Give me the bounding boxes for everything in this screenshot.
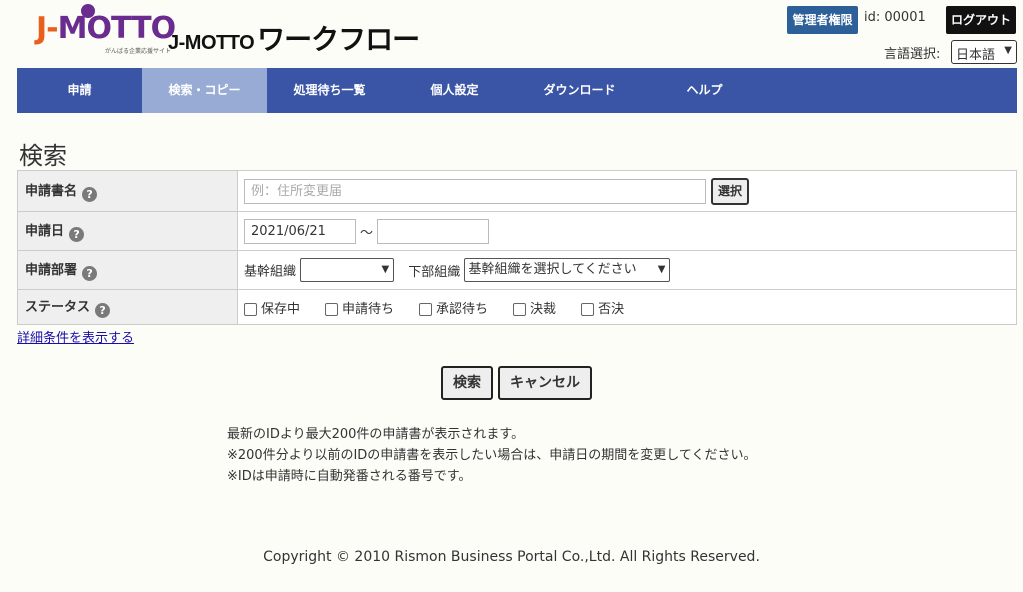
dept-value-cell: 基幹組織 ▼ 下部組織 基幹組織を選択してください ▼ <box>237 250 1017 290</box>
dept-label: 申請部署 <box>25 263 78 278</box>
form-row-date: 申請日? 2021/06/21 〜 <box>17 211 1017 251</box>
status-checkbox-rejected[interactable]: 否決 <box>581 298 624 317</box>
page-title: 検索 <box>19 142 67 170</box>
select-form-button[interactable]: 選択 <box>711 177 750 205</box>
form-row-form-name: 申請書名? 例：住所変更届 選択 <box>17 170 1017 212</box>
nav-item-search-copy[interactable]: 検索・コピー <box>142 68 267 113</box>
language-label: 言語選択: <box>884 47 941 62</box>
footer-copyright: Copyright © 2010 Rismon Business Portal … <box>263 549 760 565</box>
chevron-down-icon: ▼ <box>657 264 666 275</box>
main-org-label: 基幹組織 <box>244 264 297 280</box>
search-button[interactable]: 検索 <box>441 366 493 400</box>
status-label: ステータス <box>25 300 91 315</box>
note-line: ※200件分より以前のIDの申請書を表示したい場合は、申請日の期間を変更してくだ… <box>227 448 757 463</box>
form-row-dept: 申請部署? 基幹組織 ▼ 下部組織 基幹組織を選択してください ▼ <box>17 250 1017 290</box>
help-icon[interactable]: ? <box>69 227 85 242</box>
date-separator: 〜 <box>360 225 374 241</box>
form-name-value-cell: 例：住所変更届 選択 <box>237 170 1017 212</box>
nav-item-personal-settings[interactable]: 個人設定 <box>392 68 517 113</box>
checkbox-icon[interactable] <box>244 302 257 316</box>
user-id: id: 00001 <box>864 10 926 25</box>
date-label-cell: 申請日? <box>17 211 238 251</box>
status-option-label: 承認待ち <box>436 301 489 317</box>
main-org-select[interactable]: ▼ <box>300 258 395 282</box>
status-checkbox-draft[interactable]: 保存中 <box>244 298 300 317</box>
sub-org-label: 下部組織 <box>408 264 461 280</box>
status-checkbox-pending-apply[interactable]: 申請待ち <box>325 298 394 317</box>
dept-label-cell: 申請部署? <box>17 250 238 290</box>
status-option-label: 保存中 <box>261 301 301 317</box>
status-value-cell: 保存中 申請待ち 承認待ち 決裁 否決 <box>237 289 1017 325</box>
status-option-label: 申請待ち <box>342 301 395 317</box>
help-icon[interactable]: ? <box>82 187 98 202</box>
status-option-label: 否決 <box>598 301 625 317</box>
checkbox-icon[interactable] <box>325 302 339 316</box>
form-name-input[interactable]: 例：住所変更届 <box>244 178 706 204</box>
language-value: 日本語 <box>956 48 996 63</box>
status-checkbox-approved[interactable]: 決裁 <box>513 298 556 317</box>
date-value-cell: 2021/06/21 〜 <box>237 211 1017 251</box>
cancel-button[interactable]: キャンセル <box>498 366 592 400</box>
status-checkbox-pending-approval[interactable]: 承認待ち <box>419 298 488 317</box>
app-brand: J-MOTTO ワークフロー <box>168 23 420 56</box>
status-label-cell: ステータス? <box>17 289 238 325</box>
note-line: ※IDは申請時に自動発番される番号です。 <box>227 469 472 484</box>
form-name-label-cell: 申請書名? <box>17 170 238 212</box>
nav-item-help[interactable]: ヘルプ <box>642 68 767 113</box>
chevron-down-icon: ▼ <box>1004 45 1012 56</box>
nav-item-pending-list[interactable]: 処理待ち一覧 <box>267 68 392 113</box>
language-select[interactable]: 日本語 ▼ <box>951 40 1017 64</box>
nav-item-download[interactable]: ダウンロード <box>517 68 642 113</box>
logo-text: J-MOTTO <box>36 11 176 46</box>
help-icon[interactable]: ? <box>82 266 98 281</box>
date-from-input[interactable]: 2021/06/21 <box>244 218 356 244</box>
sub-org-select[interactable]: 基幹組織を選択してください ▼ <box>464 258 671 282</box>
logout-button[interactable]: ログアウト <box>946 6 1016 34</box>
show-detail-conditions-link[interactable]: 詳細条件を表示する <box>17 327 134 346</box>
search-form-table: 申請書名? 例：住所変更届 選択 申請日? 2021/06/21 〜 申請部署? 基… <box>17 170 1017 325</box>
checkbox-icon[interactable] <box>513 302 527 316</box>
jmotto-logo[interactable]: J-MOTTO がんばる企業応援サイト <box>17 2 176 56</box>
nav-item-apply[interactable]: 申請 <box>17 68 142 113</box>
checkbox-icon[interactable] <box>419 302 433 316</box>
note-line: 最新のIDより最大200件の申請書が表示されます。 <box>227 427 525 442</box>
help-icon[interactable]: ? <box>95 303 111 318</box>
checkbox-icon[interactable] <box>581 302 595 316</box>
date-label: 申請日 <box>25 224 65 239</box>
main-nav: 申請 検索・コピー 処理待ち一覧 個人設定 ダウンロード ヘルプ <box>17 68 1017 113</box>
form-name-label: 申請書名 <box>25 184 78 199</box>
date-to-input[interactable] <box>377 218 490 244</box>
form-row-status: ステータス? 保存中 申請待ち 承認待ち 決裁 否決 <box>17 289 1017 325</box>
admin-badge[interactable]: 管理者権限 <box>787 6 858 34</box>
chevron-down-icon: ▼ <box>381 264 390 275</box>
search-notes: 最新のIDより最大200件の申請書が表示されます。 ※200件分より以前のIDの… <box>227 424 757 487</box>
status-option-label: 決裁 <box>530 301 557 317</box>
sub-org-value: 基幹組織を選択してください <box>468 262 637 277</box>
logo-tagline: がんばる企業応援サイト <box>105 48 172 55</box>
